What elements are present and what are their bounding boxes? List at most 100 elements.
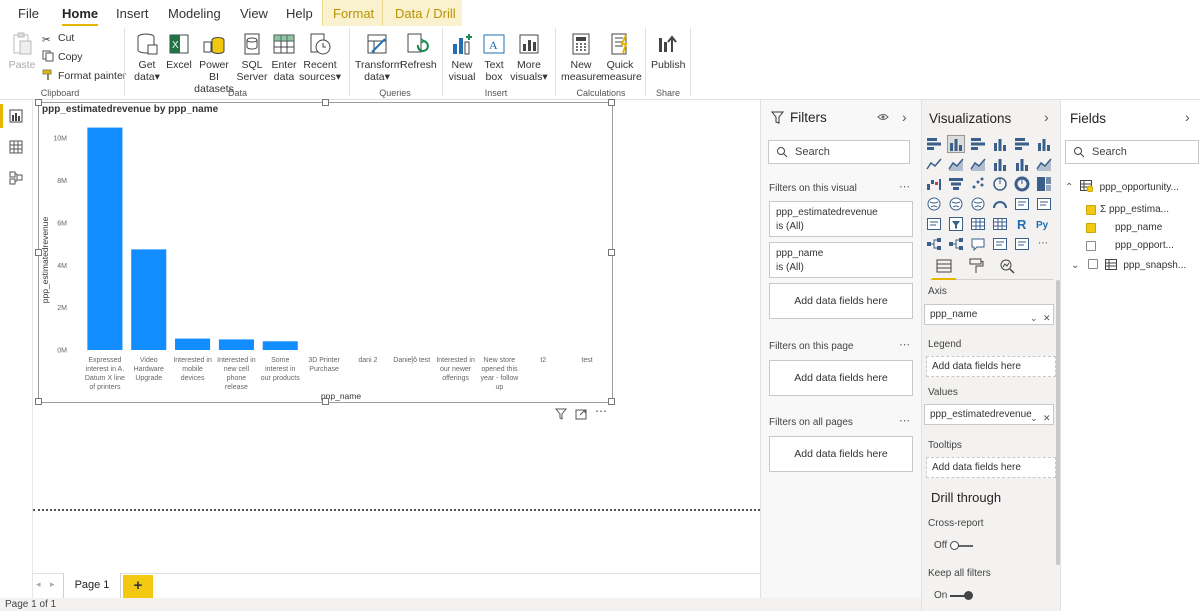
clustered-column-icon[interactable] xyxy=(992,136,1008,152)
collapse-chevron-icon[interactable]: › xyxy=(1185,109,1190,125)
collapse-chevron-icon[interactable]: › xyxy=(1044,109,1049,125)
menu-help[interactable]: Help xyxy=(286,0,313,26)
smart-narrative-icon[interactable] xyxy=(992,236,1008,252)
chevron-down-icon[interactable]: ⌄ xyxy=(1030,409,1038,428)
map-icon[interactable] xyxy=(926,196,942,212)
matrix-icon[interactable] xyxy=(992,216,1008,232)
slicer-icon[interactable] xyxy=(948,216,964,232)
field-checkbox[interactable] xyxy=(1086,205,1096,215)
eye-icon[interactable] xyxy=(877,112,889,122)
scroll-right-icon[interactable]: ▸ xyxy=(50,579,55,590)
menu-data-drill[interactable]: Data / Drill xyxy=(395,0,456,26)
r-visual-icon[interactable]: R xyxy=(1014,216,1030,232)
page-tab[interactable]: Page 1 xyxy=(63,573,121,599)
bar-chart-visual[interactable]: ppp_estimatedrevenue by ppp_name 0M 2M 4M 6… xyxy=(35,99,615,405)
donut-icon[interactable] xyxy=(1014,176,1030,192)
get-data-button[interactable]: Get data▾ xyxy=(130,30,164,83)
format-paint-roller-icon[interactable] xyxy=(968,258,984,274)
focus-mode-icon[interactable] xyxy=(575,408,587,420)
more-options-icon[interactable]: ⋯ xyxy=(595,404,607,418)
scatter-icon[interactable] xyxy=(970,176,986,192)
bar[interactable] xyxy=(262,341,298,350)
bar[interactable] xyxy=(131,249,167,350)
fields-tab-icon[interactable] xyxy=(936,258,952,274)
resize-handle[interactable] xyxy=(608,99,615,106)
resize-handle[interactable] xyxy=(608,398,615,405)
menu-home[interactable]: Home xyxy=(62,0,99,27)
keep-filters-toggle[interactable] xyxy=(950,591,973,600)
fields-search-input[interactable]: Search xyxy=(1065,140,1199,164)
card-icon[interactable] xyxy=(1014,196,1030,212)
field-item[interactable]: Σ ppp_estima... xyxy=(1100,204,1169,215)
text-box-button[interactable]: A Text box xyxy=(479,30,509,83)
add-page-button[interactable]: + xyxy=(123,575,153,598)
remove-icon[interactable]: ✕ xyxy=(1043,409,1051,428)
menu-format[interactable]: Format xyxy=(333,0,374,26)
power-bi-datasets-button[interactable]: Power BI datasets xyxy=(194,30,234,95)
cross-report-toggle[interactable] xyxy=(950,541,973,550)
qa-icon[interactable] xyxy=(970,236,986,252)
line-icon[interactable] xyxy=(926,156,942,172)
more-icon[interactable]: ⋯ xyxy=(1036,236,1052,252)
100-column-icon[interactable] xyxy=(1036,136,1052,152)
report-view-button[interactable] xyxy=(0,100,33,132)
publish-button[interactable]: Publish xyxy=(651,30,685,71)
100-bar-icon[interactable] xyxy=(1014,136,1030,152)
field-checkbox[interactable] xyxy=(1086,241,1096,251)
filled-map-icon[interactable] xyxy=(948,196,964,212)
waterfall-icon[interactable] xyxy=(926,176,942,192)
format-painter-button[interactable]: Format painter xyxy=(42,68,126,84)
key-influencers-icon[interactable] xyxy=(926,236,942,252)
values-well[interactable]: ppp_estimatedrevenue ⌄ ✕ xyxy=(924,404,1054,425)
excel-button[interactable]: X Excel xyxy=(166,30,192,71)
refresh-button[interactable]: Refresh xyxy=(400,30,437,71)
resize-handle[interactable] xyxy=(608,249,615,256)
visual-filter-drop-zone[interactable]: Add data fields here xyxy=(769,283,913,319)
paste-button[interactable]: Paste xyxy=(7,30,37,71)
treemap-icon[interactable] xyxy=(1036,176,1052,192)
funnel-icon[interactable] xyxy=(948,176,964,192)
menu-modeling[interactable]: Modeling xyxy=(168,0,221,26)
line-cluster-icon[interactable] xyxy=(1014,156,1030,172)
decomposition-tree-icon[interactable] xyxy=(948,236,964,252)
axis-well[interactable]: ppp_name ⌄ ✕ xyxy=(924,304,1054,325)
stacked-area-icon[interactable] xyxy=(970,156,986,172)
remove-icon[interactable]: ✕ xyxy=(1043,309,1051,328)
recent-sources-button[interactable]: Recent sources▾ xyxy=(299,30,341,83)
transform-data-button[interactable]: Transform data▾ xyxy=(355,30,402,83)
chevron-down-icon[interactable]: ⌄ xyxy=(1071,260,1085,271)
filters-search-input[interactable]: Search xyxy=(768,140,910,164)
table-opportunity[interactable]: ⌃ ppp_opportunity... xyxy=(1065,180,1179,193)
model-view-button[interactable] xyxy=(0,164,33,196)
shape-map-icon[interactable] xyxy=(970,196,986,212)
table-icon[interactable] xyxy=(970,216,986,232)
field-checkbox[interactable] xyxy=(1086,223,1096,233)
table-checkbox[interactable] xyxy=(1087,259,1098,269)
report-filter-drop-zone[interactable]: Add data fields here xyxy=(769,436,913,472)
line-column-icon[interactable] xyxy=(992,156,1008,172)
stacked-column-icon[interactable] xyxy=(947,135,965,153)
quick-measure-button[interactable]: Quick measure xyxy=(601,30,642,83)
report-canvas[interactable]: ppp_estimatedrevenue by ppp_name 0M 2M 4M 6… xyxy=(33,99,760,573)
filter-icon[interactable] xyxy=(555,408,567,420)
bar[interactable] xyxy=(175,338,211,350)
resize-handle[interactable] xyxy=(322,398,329,405)
new-visual-button[interactable]: New visual xyxy=(447,30,477,83)
filter-card-revenue[interactable]: ppp_estimatedrevenue is (All) xyxy=(769,201,913,237)
more-options-icon[interactable]: ⋯ xyxy=(899,180,911,193)
clustered-bar-icon[interactable] xyxy=(970,136,986,152)
collapse-chevron-icon[interactable]: › xyxy=(902,109,907,125)
analytics-magnifier-icon[interactable] xyxy=(999,258,1015,274)
tooltips-well[interactable]: Add data fields here xyxy=(926,457,1056,478)
paginated-icon[interactable] xyxy=(1014,236,1030,252)
bar[interactable] xyxy=(87,127,123,350)
gauge-icon[interactable] xyxy=(992,196,1008,212)
enter-data-button[interactable]: Enter data xyxy=(270,30,298,83)
copy-button[interactable]: Copy xyxy=(42,49,83,65)
resize-handle[interactable] xyxy=(35,398,42,405)
multi-row-card-icon[interactable] xyxy=(1036,196,1052,212)
scroll-left-icon[interactable]: ◂ xyxy=(36,579,41,590)
legend-well[interactable]: Add data fields here xyxy=(926,356,1056,377)
data-view-button[interactable] xyxy=(0,132,33,164)
filter-card-name[interactable]: ppp_name is (All) xyxy=(769,242,913,278)
